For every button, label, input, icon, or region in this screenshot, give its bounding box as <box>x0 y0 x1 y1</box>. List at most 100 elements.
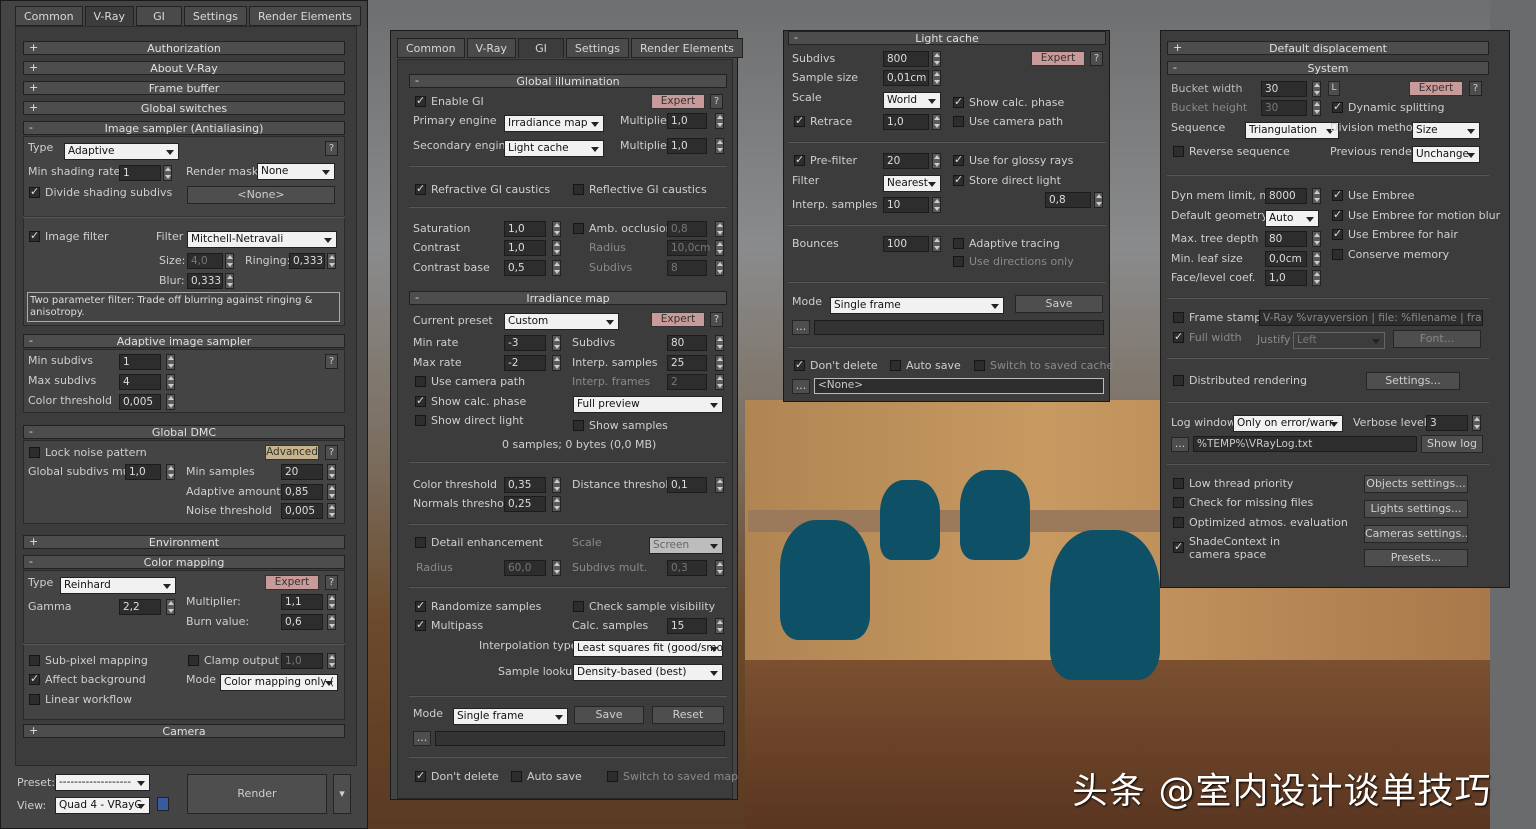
gamma-spinner[interactable]: 2,2 <box>119 599 161 615</box>
help-button[interactable]: ? <box>325 575 338 590</box>
contrast-spinner[interactable]: 1,0 <box>504 240 546 256</box>
secondary-engine-dropdown[interactable]: Light cache <box>504 140 604 157</box>
tab-settings[interactable]: Settings <box>565 38 629 58</box>
bucket-width-spinner[interactable]: 30 <box>1261 81 1307 97</box>
spinner-arrows[interactable] <box>932 153 941 169</box>
rollout-default-displacement[interactable]: + Default displacement <box>1167 41 1489 55</box>
store-direct-checkbox[interactable] <box>953 173 964 186</box>
help-button[interactable]: ? <box>325 141 338 156</box>
expert-button[interactable]: Expert <box>651 94 705 109</box>
tab-vray[interactable]: V-Ray <box>84 6 135 26</box>
help-button[interactable]: ? <box>1090 51 1103 66</box>
primary-engine-dropdown[interactable]: Irradiance map <box>504 115 604 132</box>
check-missing-checkbox[interactable] <box>1173 497 1184 508</box>
adaptive-tracing-checkbox[interactable] <box>953 238 964 249</box>
color-mapping-mode-dropdown[interactable]: Color mapping only ( <box>220 674 338 691</box>
spinner-arrows[interactable] <box>327 253 336 269</box>
ao-amount-spinner[interactable]: 0,8 <box>667 221 707 237</box>
lc-dont-delete-checkbox[interactable] <box>794 358 805 371</box>
spinner-arrows[interactable] <box>225 273 234 289</box>
show-direct-light-checkbox[interactable] <box>415 415 426 426</box>
dyn-mem-spinner[interactable]: 8000 <box>1265 188 1307 204</box>
spinner-arrows[interactable] <box>715 240 724 256</box>
max-rate-spinner[interactable]: -2 <box>504 355 546 371</box>
randomize-samples-checkbox[interactable] <box>415 599 426 612</box>
distributed-rendering-checkbox[interactable] <box>1173 375 1184 386</box>
spinner-arrows[interactable] <box>552 560 561 576</box>
switch-saved-map-checkbox[interactable] <box>607 771 618 782</box>
retrace-spinner[interactable]: 1,0 <box>883 114 929 130</box>
secondary-multiplier-spinner[interactable]: 1,0 <box>667 138 707 154</box>
help-button[interactable]: ? <box>325 445 338 460</box>
spinner-arrows[interactable] <box>1312 81 1321 97</box>
none-button[interactable]: <None> <box>187 186 335 204</box>
preview-dropdown[interactable]: Full preview <box>573 396 723 413</box>
filter-dropdown[interactable]: Mitchell-Netravali <box>187 231 337 248</box>
amb-occlusion-checkbox[interactable] <box>573 223 584 234</box>
interpolation-type-dropdown[interactable]: Least squares fit (good/smo <box>573 640 723 657</box>
use-embree-checkbox[interactable] <box>1332 188 1343 201</box>
divide-shading-checkbox[interactable] <box>29 185 40 198</box>
global-subdivs-spinner[interactable]: 1,0 <box>125 464 161 480</box>
objects-settings-button[interactable]: Objects settings... <box>1364 475 1468 493</box>
retrace-checkbox[interactable] <box>794 114 805 127</box>
reset-button[interactable]: Reset <box>652 706 724 724</box>
division-method-dropdown[interactable]: Size <box>1412 122 1480 139</box>
default-geometry-dropdown[interactable]: Auto <box>1265 210 1319 227</box>
browse-button[interactable]: ... <box>413 731 431 746</box>
show-samples-checkbox[interactable] <box>573 420 584 431</box>
multiplier-spinner[interactable]: 1,1 <box>281 594 323 610</box>
spinner-arrows[interactable] <box>1312 270 1321 286</box>
rollout-global-switches[interactable]: + Global switches <box>23 101 345 115</box>
lc-subdivs-spinner[interactable]: 800 <box>883 51 929 67</box>
rollout-frame-buffer[interactable]: + Frame buffer <box>23 81 345 95</box>
bounces-spinner[interactable]: 100 <box>883 236 929 252</box>
frame-stamp-checkbox[interactable] <box>1173 312 1184 323</box>
spinner-arrows[interactable] <box>715 138 724 154</box>
clamp-output-checkbox[interactable] <box>188 655 199 666</box>
spinner-arrows[interactable] <box>715 374 724 390</box>
size-spinner[interactable]: 4,0 <box>187 253 223 269</box>
min-samples-spinner[interactable]: 20 <box>281 464 323 480</box>
lc-auto-save-checkbox[interactable] <box>890 360 901 371</box>
rollout-adaptive-sampler[interactable]: - Adaptive image sampler <box>23 334 345 348</box>
verbose-level-spinner[interactable]: 3 <box>1426 415 1468 431</box>
color-mapping-type-dropdown[interactable]: Reinhard <box>60 577 176 594</box>
saturation-spinner[interactable]: 1,0 <box>504 221 546 237</box>
show-log-button[interactable]: Show log <box>1421 435 1483 453</box>
min-shading-rate-spinner[interactable]: 1 <box>119 165 161 181</box>
ao-subdivs-spinner[interactable]: 8 <box>667 260 707 276</box>
render-mask-dropdown[interactable]: None <box>257 163 335 180</box>
spinner-arrows[interactable] <box>327 484 336 500</box>
rollout-color-mapping[interactable]: - Color mapping <box>23 555 345 569</box>
prefilter-spinner[interactable]: 20 <box>883 153 929 169</box>
spinner-arrows[interactable] <box>166 464 175 480</box>
detail-radius-spinner[interactable]: 60,0 <box>504 560 546 576</box>
justify-dropdown[interactable]: Left <box>1293 332 1385 349</box>
rollout-global-illumination[interactable]: - Global illumination <box>409 74 727 88</box>
help-button[interactable]: ? <box>710 94 723 109</box>
lights-settings-button[interactable]: Lights settings... <box>1364 500 1468 518</box>
prefilter-checkbox[interactable] <box>794 153 805 166</box>
spinner-arrows[interactable] <box>166 394 175 410</box>
contrast-base-spinner[interactable]: 0,5 <box>504 260 546 276</box>
spinner-arrows[interactable] <box>552 260 561 276</box>
spinner-arrows[interactable] <box>932 51 941 67</box>
min-rate-spinner[interactable]: -3 <box>504 335 546 351</box>
expert-button[interactable]: Expert <box>265 575 319 590</box>
spinner-arrows[interactable] <box>715 260 724 276</box>
max-subdivs-spinner[interactable]: 4 <box>119 374 161 390</box>
rollout-authorization[interactable]: + Authorization <box>23 41 345 55</box>
burn-value-spinner[interactable]: 0,6 <box>281 614 323 630</box>
lc-use-camera-checkbox[interactable] <box>953 116 964 127</box>
spinner-arrows[interactable] <box>1312 231 1321 247</box>
blur-spinner[interactable]: 0,333 <box>187 273 223 289</box>
spinner-arrows[interactable] <box>715 618 724 634</box>
tab-settings[interactable]: Settings <box>183 6 247 26</box>
color-threshold-spinner[interactable]: 0,005 <box>119 394 161 410</box>
spinner-arrows[interactable] <box>1312 188 1321 204</box>
rollout-camera[interactable]: + Camera <box>23 724 345 738</box>
lc-show-calc-checkbox[interactable] <box>953 95 964 108</box>
help-button[interactable]: ? <box>1469 81 1482 96</box>
tab-gi[interactable]: GI <box>518 38 564 58</box>
